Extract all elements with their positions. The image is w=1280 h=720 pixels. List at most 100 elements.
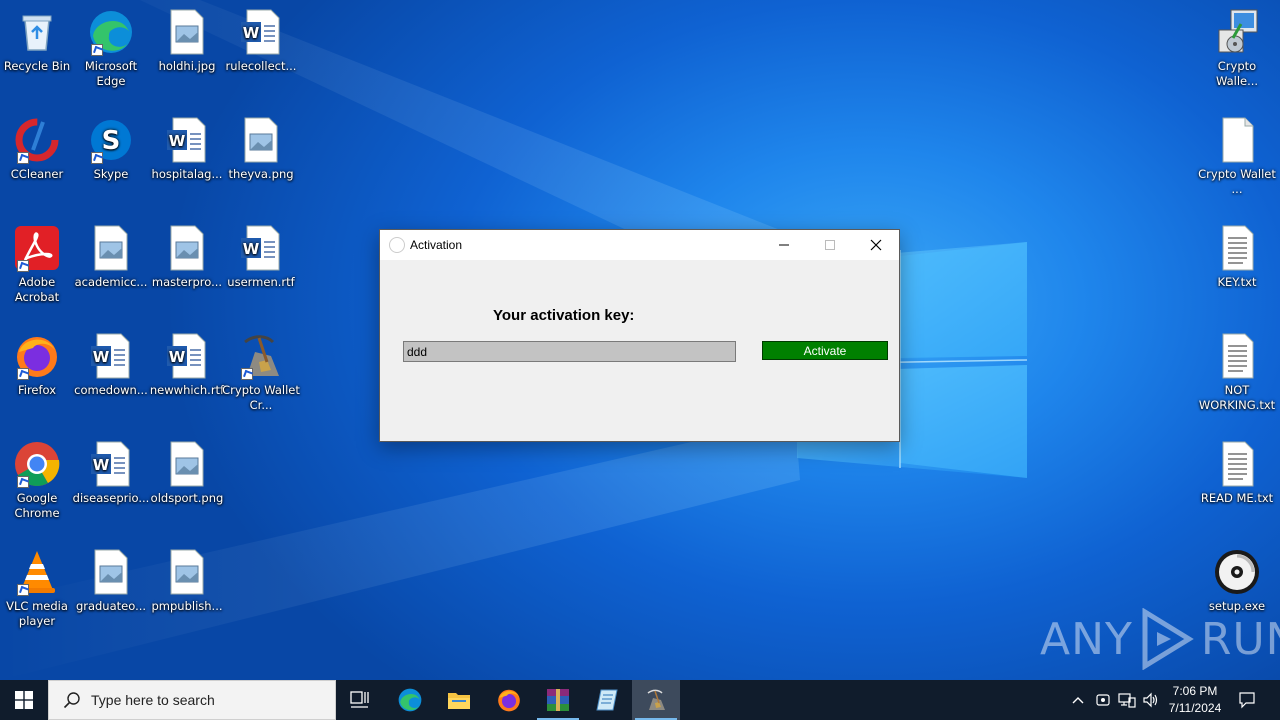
svg-text:W: W [169, 348, 186, 366]
desktop-icon-key-txt[interactable]: KEY.txt [1198, 224, 1276, 290]
icon-label: pmpublish... [151, 599, 223, 613]
desktop-icon-google-chrome[interactable]: Google Chrome [0, 440, 76, 521]
desktop-icon-theyva[interactable]: theyva.png [222, 116, 300, 182]
anyrun-watermark: ANY RUN [1040, 608, 1280, 670]
notepad-icon [596, 689, 618, 711]
image-file-icon [87, 224, 135, 272]
chevron-up-icon [1072, 697, 1084, 704]
close-button[interactable] [853, 230, 899, 260]
show-hidden-icons-button[interactable] [1068, 690, 1088, 710]
watermark-text-left: ANY [1040, 613, 1133, 665]
taskbar-edge[interactable] [386, 680, 434, 720]
google-chrome-icon [13, 440, 61, 488]
clock-time: 7:06 PM [1172, 684, 1218, 698]
desktop-icon-microsoft-edge[interactable]: Microsoft Edge [72, 8, 150, 89]
desktop-icon-crypto-wallet-file[interactable]: Crypto Wallet ... [1198, 116, 1276, 197]
svg-text:W: W [93, 348, 110, 366]
volume-button[interactable] [1141, 690, 1161, 710]
taskbar-winrar[interactable] [534, 680, 582, 720]
desktop-icon-vlc[interactable]: VLC media player [0, 548, 76, 629]
icon-label: NOT WORKING.txt [1198, 383, 1276, 412]
activation-window: Activation Your activation key: Activate [379, 229, 900, 442]
maximize-icon [825, 240, 835, 250]
desktop-icon-oldsport[interactable]: oldsport.png [148, 440, 226, 506]
adobe-acrobat-icon [13, 224, 61, 272]
pickaxe-icon [237, 332, 285, 380]
desktop-icon-usermen[interactable]: W usermen.rtf [222, 224, 300, 290]
svg-text:W: W [243, 24, 260, 42]
taskbar-search[interactable]: Type here to search [48, 680, 336, 720]
word-document-icon: W [237, 224, 285, 272]
svg-text:W: W [169, 132, 186, 150]
icon-label: Crypto Walle... [1215, 59, 1259, 88]
desktop-icon-academicc[interactable]: academicc... [72, 224, 150, 290]
search-placeholder: Type here to search [91, 692, 215, 708]
desktop-icon-newwhich[interactable]: W newwhich.rtf [148, 332, 226, 398]
desktop-icon-setup-exe[interactable]: setup.exe [1198, 548, 1276, 614]
image-file-icon [163, 548, 211, 596]
activation-key-input[interactable] [403, 341, 736, 362]
search-icon [63, 692, 80, 709]
icon-label: KEY.txt [1217, 275, 1257, 289]
icon-label: usermen.rtf [227, 275, 295, 289]
activate-button[interactable]: Activate [762, 341, 888, 360]
desktop-icon-crypto-wallet-cr[interactable]: Crypto Wallet Cr... [222, 332, 300, 413]
maximize-button[interactable] [807, 230, 853, 260]
recycle-bin-icon [13, 8, 61, 56]
icon-label: Microsoft Edge [84, 59, 138, 88]
desktop-icon-crypto-walle-setup[interactable]: Crypto Walle... [1198, 8, 1276, 89]
icon-label: academicc... [74, 275, 148, 289]
desktop-icon-rulecollect[interactable]: W rulecollect... [222, 8, 300, 74]
desktop-icon-diseasepri[interactable]: W diseaseprio... [72, 440, 150, 506]
icon-label: graduateo... [75, 599, 147, 613]
icon-label: Crypto Wallet ... [1198, 167, 1276, 196]
network-icon [1118, 693, 1136, 708]
minimize-icon [779, 244, 789, 246]
speaker-icon [1143, 692, 1158, 708]
image-file-icon [163, 224, 211, 272]
desktop-icon-masterpro[interactable]: masterpro... [148, 224, 226, 290]
icon-label: Adobe Acrobat [14, 275, 60, 304]
task-view-icon [350, 691, 369, 708]
winrar-icon [547, 689, 569, 711]
watermark-text-right: RUN [1200, 613, 1280, 665]
desktop-icon-adobe-acrobat[interactable]: Adobe Acrobat [0, 224, 76, 305]
meet-now-button[interactable] [1093, 690, 1113, 710]
image-file-icon [87, 548, 135, 596]
icon-label: READ ME.txt [1200, 491, 1274, 505]
desktop-icon-comedown[interactable]: W comedown... [72, 332, 150, 398]
disc-icon [1213, 548, 1261, 596]
desktop-icon-firefox[interactable]: Firefox [0, 332, 76, 398]
icon-label: Google Chrome [14, 491, 60, 520]
desktop-icon-graduateo[interactable]: graduateo... [72, 548, 150, 614]
icon-label: oldsport.png [150, 491, 224, 505]
taskbar-file-explorer[interactable] [435, 680, 483, 720]
microsoft-edge-icon [398, 688, 422, 712]
word-document-icon: W [87, 332, 135, 380]
taskbar-clock[interactable]: 7:06 PM 7/11/2024 [1160, 683, 1230, 717]
minimize-button[interactable] [761, 230, 807, 260]
microsoft-edge-icon [87, 8, 135, 56]
desktop-icon-skype[interactable]: S Skype [72, 116, 150, 182]
desktop-icon-hospitalag[interactable]: W hospitalag... [148, 116, 226, 182]
task-view-button[interactable] [336, 680, 384, 720]
desktop-icon-not-working-txt[interactable]: NOT WORKING.txt [1198, 332, 1276, 413]
desktop-icon-pmpublish[interactable]: pmpublish... [148, 548, 226, 614]
desktop-icon-read-me-txt[interactable]: READ ME.txt [1198, 440, 1276, 506]
desktop-icon-recycle-bin[interactable]: Recycle Bin [0, 8, 76, 74]
taskbar-firefox[interactable] [485, 680, 533, 720]
start-button[interactable] [0, 680, 48, 720]
taskbar-notepad[interactable] [583, 680, 631, 720]
notifications-button[interactable] [1237, 690, 1257, 710]
icon-label: CCleaner [10, 167, 64, 181]
icon-label: hospitalag... [151, 167, 223, 181]
meet-now-icon [1096, 694, 1110, 706]
desktop-icon-holdhi[interactable]: holdhi.jpg [148, 8, 226, 74]
taskbar-crypto-wallet[interactable] [632, 680, 680, 720]
icon-label: newwhich.rtf [149, 383, 225, 397]
icon-label: holdhi.jpg [158, 59, 216, 73]
desktop-icon-ccleaner[interactable]: CCleaner [0, 116, 76, 182]
window-titlebar[interactable]: Activation [380, 230, 899, 260]
network-button[interactable] [1117, 690, 1137, 710]
text-file-icon [1213, 332, 1261, 380]
